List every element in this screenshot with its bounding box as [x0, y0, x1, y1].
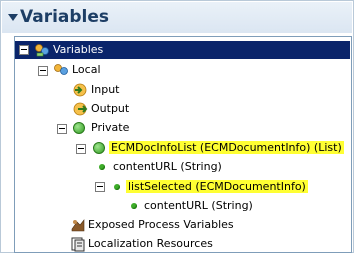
tree-item-exposed-process-variables[interactable]: Exposed Process Variables: [88, 216, 234, 234]
tree-item-private[interactable]: Private: [91, 119, 129, 137]
tree-item-input[interactable]: Input: [91, 81, 119, 99]
collapse-toggle-icon[interactable]: [38, 66, 48, 76]
collapse-triangle-icon[interactable]: [8, 14, 18, 21]
exposed-variables-icon: [71, 219, 85, 232]
tree-item-variables[interactable]: Variables: [53, 41, 103, 59]
localization-resources-icon: [71, 237, 85, 252]
collapse-toggle-icon[interactable]: [76, 144, 86, 154]
tree-item-local[interactable]: Local: [72, 61, 101, 79]
field-icon: [99, 164, 105, 170]
tree-item-content-url[interactable]: contentURL (String): [113, 158, 222, 176]
input-arrow-icon: [73, 83, 87, 97]
tree-item-output[interactable]: Output: [91, 100, 129, 118]
field-icon: [131, 203, 137, 209]
tree-item-ecm-doc-info-list[interactable]: ECMDocInfoList (ECMDocumentInfo) (List): [109, 139, 344, 157]
collapse-toggle-icon[interactable]: [19, 45, 29, 55]
section-title: Variables: [20, 7, 110, 27]
tree-item-localization-resources[interactable]: Localization Resources: [88, 235, 213, 253]
tree-item-content-url[interactable]: contentURL (String): [144, 197, 253, 215]
local-scope-icon: [54, 64, 68, 75]
section-header[interactable]: Variables: [2, 2, 352, 33]
variables-folder-icon: [35, 44, 49, 57]
tree-item-list-selected[interactable]: listSelected (ECMDocumentInfo): [126, 178, 308, 196]
variables-view: Variables Variables Local Input Output P…: [0, 0, 354, 253]
collapse-toggle-icon[interactable]: [95, 182, 105, 192]
variables-tree[interactable]: Variables Local Input Output Private ECM…: [14, 36, 352, 253]
variable-icon: [93, 142, 105, 154]
private-scope-icon: [73, 122, 85, 134]
output-arrow-icon: [73, 102, 88, 116]
variable-icon: [114, 184, 120, 190]
collapse-toggle-icon[interactable]: [57, 124, 67, 134]
